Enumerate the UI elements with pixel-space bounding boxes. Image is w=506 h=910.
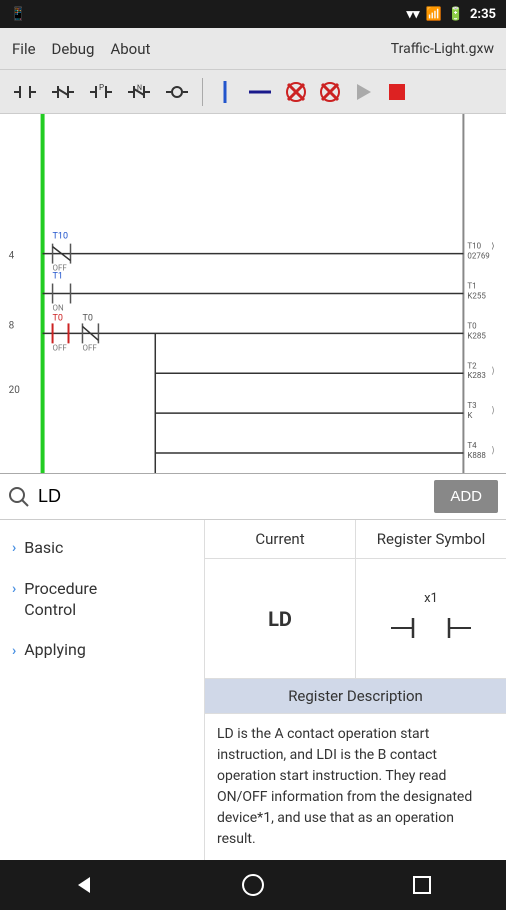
- bottom-panel: › Basic › ProcedureControl › Applying Cu…: [0, 520, 506, 860]
- svg-text:⟩: ⟩: [491, 406, 494, 416]
- ladder-diagram: 4 8 20 29 T10 OFF T10 ⟩ 02769 T1 ON T1 K…: [0, 114, 506, 474]
- vertical-line-button[interactable]: [211, 76, 239, 108]
- delete2-button[interactable]: [315, 76, 345, 108]
- svg-text:T1: T1: [467, 282, 476, 291]
- toolbar: P N: [0, 70, 506, 114]
- delete-button[interactable]: [281, 76, 311, 108]
- sidebar-basic-label: Basic: [24, 538, 63, 559]
- svg-text:OFF: OFF: [82, 343, 97, 352]
- svg-text:K285: K285: [467, 331, 486, 340]
- contact-no-button[interactable]: [8, 76, 42, 108]
- sidebar-item-procedure-control[interactable]: › ProcedureControl: [0, 569, 204, 631]
- svg-text:ON: ON: [53, 303, 64, 312]
- contact-pos-button[interactable]: P: [84, 76, 118, 108]
- menu-file[interactable]: File: [12, 40, 36, 58]
- chevron-basic-icon: ›: [12, 540, 16, 556]
- search-input[interactable]: [38, 486, 426, 507]
- wifi-icon: ▾▾: [407, 7, 420, 22]
- recents-button[interactable]: [410, 873, 434, 897]
- coil-button[interactable]: [160, 76, 194, 108]
- window-title: Traffic-Light.gxw: [391, 41, 494, 57]
- symbol-header: Register Symbol: [356, 520, 506, 558]
- svg-text:02769: 02769: [467, 252, 489, 261]
- sidebar-item-applying[interactable]: › Applying: [0, 630, 204, 671]
- svg-text:N: N: [137, 84, 142, 92]
- back-button[interactable]: [72, 873, 96, 897]
- svg-text:K255: K255: [467, 291, 486, 300]
- time-display: 2:35: [470, 7, 496, 22]
- svg-text:T0: T0: [53, 313, 63, 323]
- signal-icon: 📶: [426, 7, 442, 22]
- symbol-x1-label: x1: [424, 591, 438, 606]
- menu-debug[interactable]: Debug: [52, 40, 95, 58]
- status-right: ▾▾ 📶 🔋 2:35: [407, 7, 496, 22]
- svg-text:P: P: [99, 83, 104, 92]
- horizontal-line-button[interactable]: [243, 76, 277, 108]
- svg-text:K283: K283: [467, 371, 485, 380]
- svg-text:T3: T3: [467, 401, 476, 410]
- svg-text:T0: T0: [467, 321, 477, 330]
- chevron-procedure-icon: ›: [12, 581, 16, 597]
- nav-bar: [0, 860, 506, 910]
- register-desc-body: LD is the A contact operation start inst…: [205, 714, 506, 860]
- search-icon: [8, 486, 30, 508]
- svg-text:20: 20: [9, 385, 21, 396]
- sidebar-item-basic[interactable]: › Basic: [0, 528, 204, 569]
- chevron-applying-icon: ›: [12, 643, 16, 659]
- svg-text:T0: T0: [82, 313, 92, 323]
- run-button[interactable]: [349, 76, 379, 108]
- battery-icon: 🔋: [448, 7, 464, 22]
- register-data-row: LD x1: [205, 559, 506, 679]
- toolbar-divider-1: [202, 78, 203, 106]
- svg-text:4: 4: [9, 251, 15, 262]
- register-panel: Current Register Symbol LD x1 Regi: [205, 520, 506, 860]
- sidebar-procedure-label: ProcedureControl: [24, 579, 97, 621]
- svg-text:⟩: ⟩: [491, 366, 494, 376]
- symbol-cell: x1: [356, 559, 506, 678]
- register-desc-header: Register Description: [205, 679, 506, 714]
- status-left: 📱: [10, 7, 26, 22]
- status-bar: 📱 ▾▾ 📶 🔋 2:35: [0, 0, 506, 28]
- svg-text:8: 8: [9, 320, 15, 331]
- search-bar: ADD: [0, 474, 506, 520]
- register-header: Current Register Symbol: [205, 520, 506, 559]
- add-button[interactable]: ADD: [434, 480, 498, 513]
- svg-text:T2: T2: [467, 361, 477, 370]
- svg-text:⟩: ⟩: [491, 446, 494, 456]
- svg-text:T4: T4: [467, 441, 477, 450]
- ld-symbol-svg: [391, 610, 471, 646]
- svg-text:⟩: ⟩: [491, 242, 494, 251]
- svg-text:T10: T10: [467, 242, 481, 251]
- home-button[interactable]: [241, 873, 265, 897]
- current-value-cell: LD: [205, 559, 356, 678]
- sim-icon: 📱: [10, 7, 26, 22]
- svg-text:OFF: OFF: [53, 343, 68, 352]
- sidebar-applying-label: Applying: [24, 640, 86, 661]
- stop-button[interactable]: [383, 76, 411, 108]
- svg-text:K: K: [467, 411, 472, 420]
- svg-text:T1: T1: [53, 272, 63, 282]
- current-header: Current: [205, 520, 356, 558]
- sidebar: › Basic › ProcedureControl › Applying: [0, 520, 205, 860]
- contact-neg-button[interactable]: N: [122, 76, 156, 108]
- svg-text:T10: T10: [53, 232, 68, 242]
- menu-about[interactable]: About: [110, 40, 150, 58]
- menu-bar: File Debug About Traffic-Light.gxw: [0, 28, 506, 70]
- svg-text:K888: K888: [467, 451, 486, 460]
- contact-nc-button[interactable]: [46, 76, 80, 108]
